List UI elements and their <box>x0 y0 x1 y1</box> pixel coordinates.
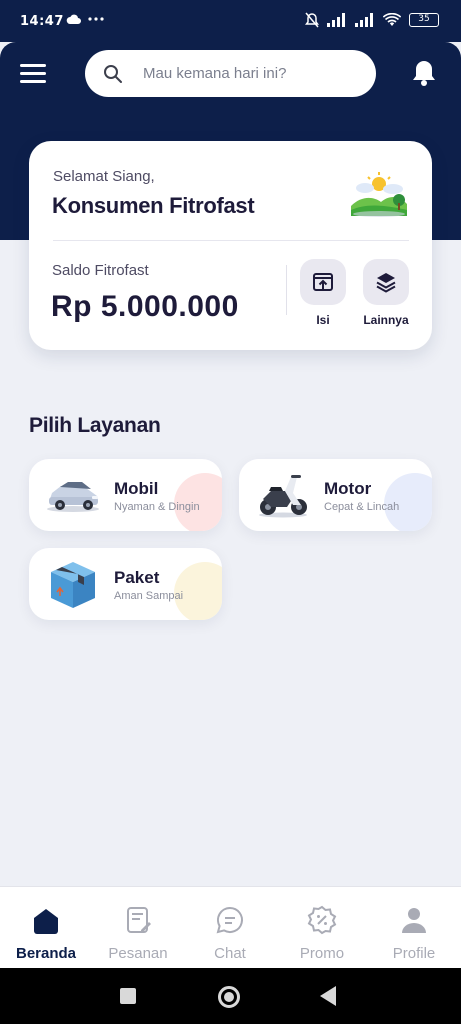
nav-label: Beranda <box>15 945 77 962</box>
top-up-button[interactable]: Isi <box>298 259 348 327</box>
status-time: 14:47 <box>20 14 64 29</box>
chat-icon <box>216 906 243 934</box>
card-divider <box>53 240 409 241</box>
nav-item-beranda[interactable]: Beranda <box>0 887 92 969</box>
nav-item-profile[interactable]: Profile <box>368 887 460 969</box>
service-title: Paket <box>114 568 160 587</box>
service-card-motor[interactable]: Motor Cepat & Lincah <box>239 459 432 531</box>
battery-icon: 35 <box>409 13 439 27</box>
nav-item-promo[interactable]: Promo <box>276 887 368 969</box>
status-bar: 14:47 35 <box>0 0 461 42</box>
wifi-icon <box>383 13 401 26</box>
service-subtitle: Aman Sampai <box>114 590 184 602</box>
service-card-paket[interactable]: Paket Aman Sampai <box>29 548 222 620</box>
service-title: Motor <box>324 479 372 498</box>
bell-icon[interactable] <box>410 58 438 88</box>
package-icon <box>51 562 95 608</box>
balance-label: Saldo Fitrofast <box>52 262 149 279</box>
car-icon <box>47 482 99 512</box>
search-bar[interactable]: Mau kemana hari ini? <box>85 50 376 97</box>
nav-item-chat[interactable]: Chat <box>184 887 276 969</box>
actions-divider <box>286 265 287 315</box>
signal-icon <box>355 13 373 27</box>
user-name: Konsumen Fitrofast <box>52 193 255 218</box>
cloud-icon <box>66 14 81 24</box>
hamburger-menu-icon[interactable] <box>20 64 46 84</box>
service-subtitle: Cepat & Lincah <box>324 501 400 513</box>
balance-card: Selamat Siang, Konsumen Fitrofast Saldo … <box>29 141 432 350</box>
nav-label: Profile <box>392 945 436 962</box>
recent-apps-button[interactable] <box>120 988 136 1004</box>
top-up-icon <box>313 273 333 291</box>
more-dots-icon <box>88 17 104 21</box>
battery-level: 35 <box>418 14 430 24</box>
search-icon <box>104 64 122 83</box>
home-icon <box>34 909 58 934</box>
balance-value: Rp 5.000.000 <box>51 290 239 323</box>
orders-icon <box>127 907 151 933</box>
layers-icon <box>376 273 396 293</box>
back-button[interactable] <box>320 986 336 1006</box>
signal-icon <box>327 13 345 27</box>
home-button[interactable] <box>218 986 240 1008</box>
bottom-navigation: Beranda Pesanan Chat Promo Profile <box>0 886 461 968</box>
profile-icon <box>402 908 426 933</box>
search-placeholder: Mau kemana hari ini? <box>143 65 287 82</box>
promo-icon <box>307 905 337 935</box>
landscape-illustration-icon <box>351 172 407 217</box>
nav-label: Chat <box>214 945 246 962</box>
motorcycle-icon <box>259 475 307 518</box>
nav-label: Pesanan <box>108 945 168 962</box>
nav-item-pesanan[interactable]: Pesanan <box>92 887 184 969</box>
nav-label: Promo <box>299 945 345 962</box>
services-title: Pilih Layanan <box>29 414 161 437</box>
service-title: Mobil <box>114 479 159 498</box>
top-up-label: Isi <box>316 313 330 327</box>
service-subtitle: Nyaman & Dingin <box>114 501 200 513</box>
mute-icon <box>305 12 319 28</box>
service-card-mobil[interactable]: Mobil Nyaman & Dingin <box>29 459 222 531</box>
more-button[interactable]: Lainnya <box>361 259 411 327</box>
more-label: Lainnya <box>363 313 409 327</box>
greeting-text: Selamat Siang, <box>53 168 155 185</box>
